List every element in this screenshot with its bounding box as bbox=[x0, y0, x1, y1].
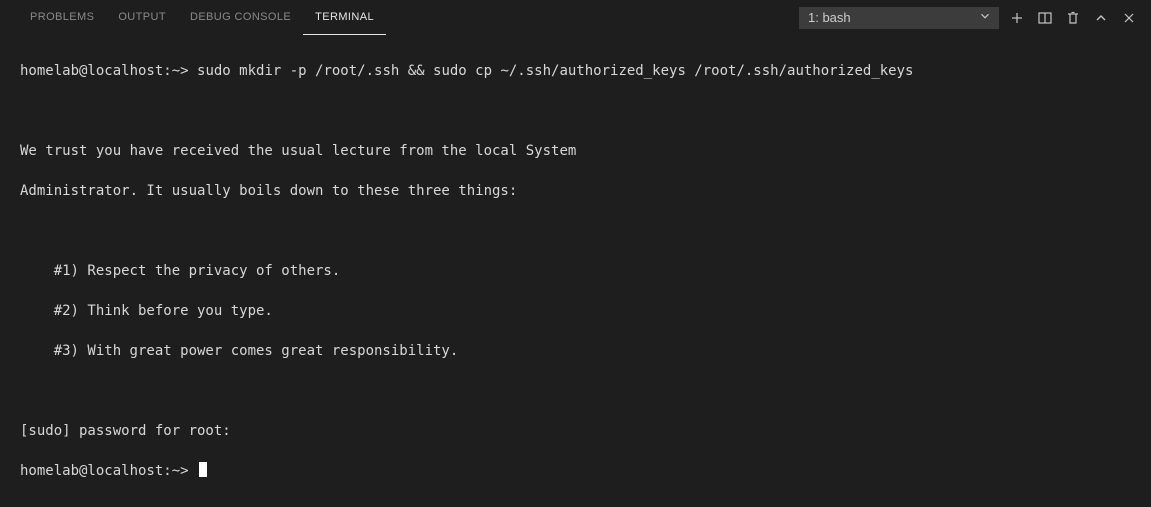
prompt: homelab@localhost:~> bbox=[20, 463, 197, 479]
split-icon bbox=[1037, 10, 1053, 26]
terminal-line: #2) Think before you type. bbox=[20, 301, 1131, 321]
new-terminal-button[interactable] bbox=[1005, 6, 1029, 30]
terminal-line: #1) Respect the privacy of others. bbox=[20, 261, 1131, 281]
tab-output[interactable]: OUTPUT bbox=[106, 0, 178, 35]
tab-debug-console[interactable]: DEBUG CONSOLE bbox=[178, 0, 303, 35]
terminal-line bbox=[20, 221, 1131, 241]
panel-header: PROBLEMS OUTPUT DEBUG CONSOLE TERMINAL 1… bbox=[0, 0, 1151, 35]
trash-icon bbox=[1065, 10, 1081, 26]
terminal-line bbox=[20, 101, 1131, 121]
terminal-line: homelab@localhost:~> bbox=[20, 461, 1131, 481]
terminal-output[interactable]: homelab@localhost:~> sudo mkdir -p /root… bbox=[0, 35, 1151, 507]
close-icon bbox=[1121, 10, 1137, 26]
close-panel-button[interactable] bbox=[1117, 6, 1141, 30]
terminal-line: homelab@localhost:~> sudo mkdir -p /root… bbox=[20, 61, 1131, 81]
terminal-line: Administrator. It usually boils down to … bbox=[20, 181, 1131, 201]
terminal-cursor bbox=[199, 462, 207, 477]
terminal-selector-label: 1: bash bbox=[808, 10, 851, 25]
tab-problems[interactable]: PROBLEMS bbox=[18, 0, 106, 35]
plus-icon bbox=[1009, 10, 1025, 26]
tab-terminal[interactable]: TERMINAL bbox=[303, 0, 386, 35]
split-terminal-button[interactable] bbox=[1033, 6, 1057, 30]
maximize-panel-button[interactable] bbox=[1089, 6, 1113, 30]
panel-tabs: PROBLEMS OUTPUT DEBUG CONSOLE TERMINAL bbox=[18, 0, 386, 35]
chevron-up-icon bbox=[1093, 10, 1109, 26]
terminal-selector[interactable]: 1: bash bbox=[799, 7, 999, 29]
terminal-line: [sudo] password for root: bbox=[20, 421, 1131, 441]
prompt: homelab@localhost:~> bbox=[20, 63, 197, 79]
terminal-actions bbox=[1005, 6, 1141, 30]
command-text: sudo mkdir -p /root/.ssh && sudo cp ~/.s… bbox=[197, 63, 913, 79]
terminal-line: #3) With great power comes great respons… bbox=[20, 341, 1131, 361]
terminal-line bbox=[20, 381, 1131, 401]
chevron-down-icon bbox=[978, 9, 992, 26]
terminal-line: We trust you have received the usual lec… bbox=[20, 141, 1131, 161]
kill-terminal-button[interactable] bbox=[1061, 6, 1085, 30]
